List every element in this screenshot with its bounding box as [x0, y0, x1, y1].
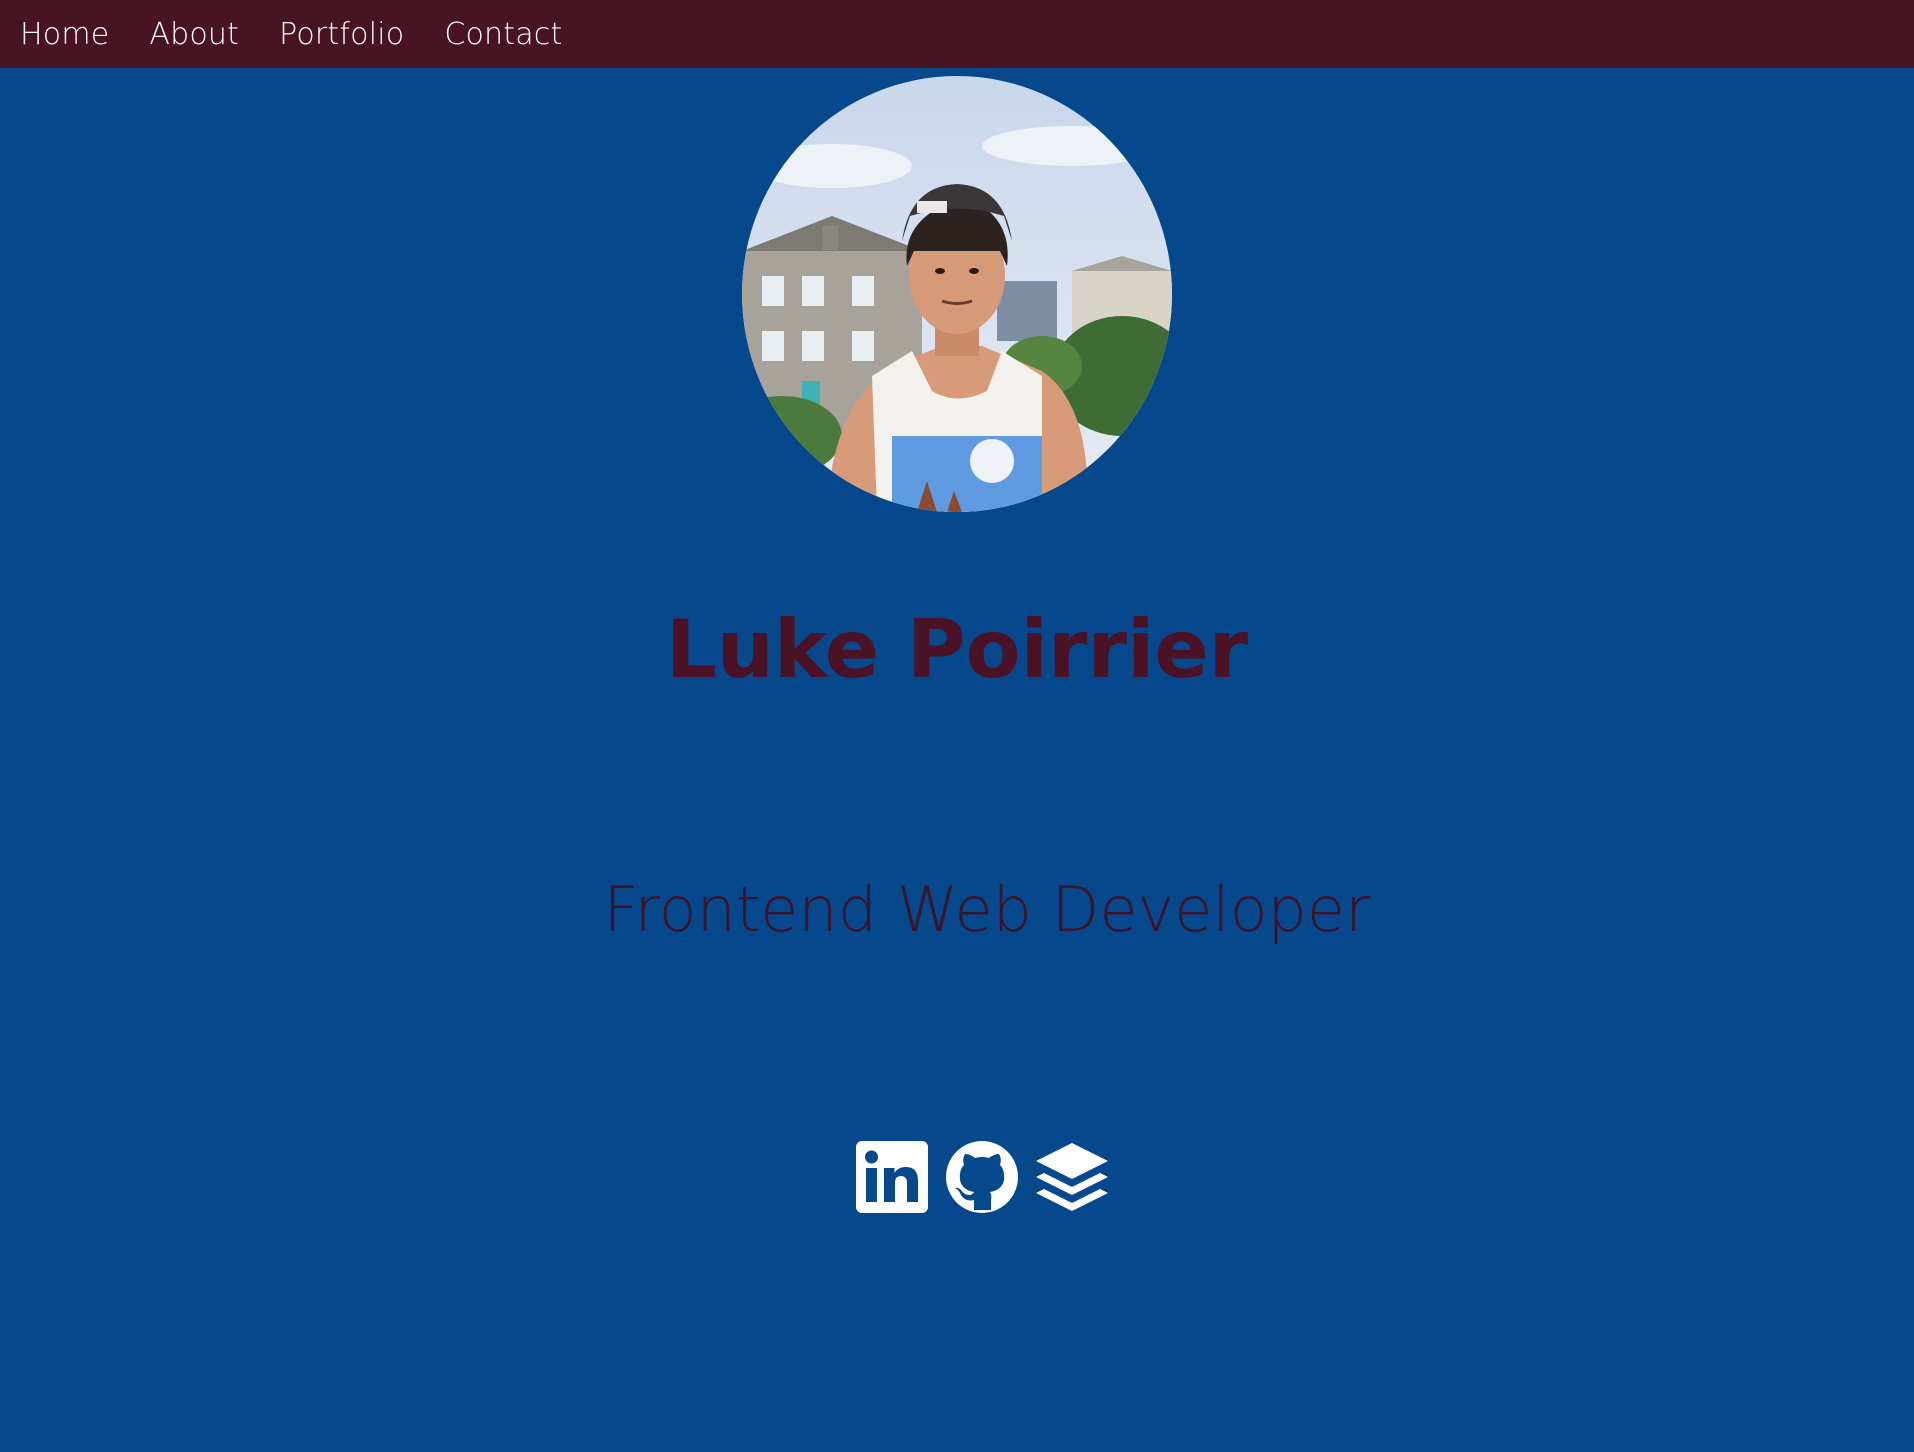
nav-contact-link[interactable]: Contact: [444, 17, 562, 52]
top-navbar: Home About Portfolio Contact: [0, 0, 1914, 68]
social-links: [855, 1140, 1109, 1214]
nav-portfolio-link[interactable]: Portfolio: [279, 17, 404, 52]
stack-layers-icon[interactable]: [1035, 1140, 1109, 1214]
profile-name: Luke Poirrier: [665, 603, 1249, 696]
profile-title: Frontend Web Developer: [603, 873, 1371, 946]
nav-about-link[interactable]: About: [149, 17, 239, 52]
profile-photo: [742, 76, 1172, 512]
linkedin-icon[interactable]: [855, 1140, 929, 1214]
nav-home-link[interactable]: Home: [20, 17, 109, 52]
github-icon[interactable]: [945, 1140, 1019, 1214]
